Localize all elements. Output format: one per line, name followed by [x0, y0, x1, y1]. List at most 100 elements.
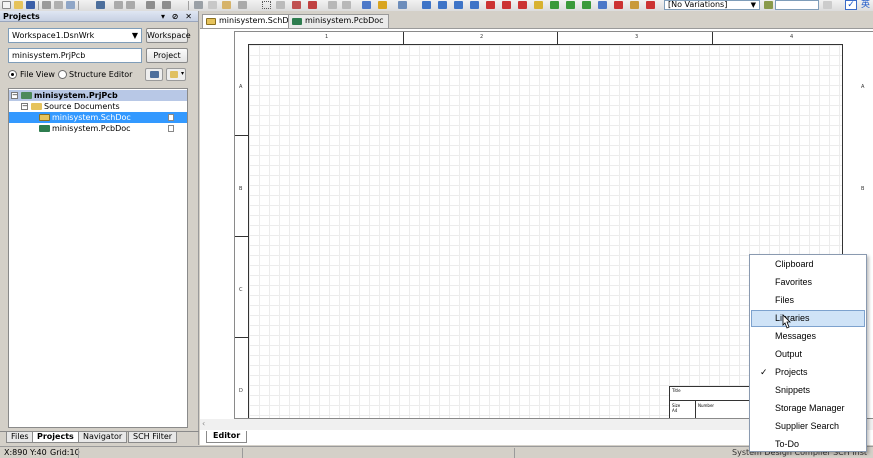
- print-icon[interactable]: [42, 1, 51, 9]
- menu-item-libraries[interactable]: Libraries: [751, 310, 865, 327]
- collapse-icon[interactable]: −: [21, 103, 28, 110]
- view-mode-row: File View Structure Editor ▾: [8, 68, 193, 81]
- scroll-left-icon[interactable]: ‹: [202, 419, 205, 428]
- status-divider: [514, 448, 515, 458]
- save-icon[interactable]: [26, 1, 35, 9]
- project-options-icon[interactable]: [145, 68, 163, 81]
- toolbar-input[interactable]: [775, 0, 819, 10]
- structure-editor-label[interactable]: Structure Editor: [69, 69, 132, 80]
- deselect-icon[interactable]: [292, 1, 301, 9]
- tree-project-row[interactable]: − minisystem.PrjPcb: [9, 90, 187, 101]
- tab-pcbdoc[interactable]: minisystem.PcbDoc: [288, 14, 389, 28]
- project-field[interactable]: minisystem.PrjPcb: [8, 48, 142, 63]
- wire-icon[interactable]: [422, 1, 431, 9]
- select-area-icon[interactable]: [262, 1, 271, 9]
- document-status-icon: [168, 114, 174, 121]
- ime-indicator[interactable]: 英: [861, 0, 870, 10]
- menu-item-projects[interactable]: ✓ Projects: [751, 364, 865, 381]
- zone-row-label: B: [239, 186, 243, 192]
- project-button[interactable]: Project: [146, 48, 188, 63]
- zone-row-label-right: B: [861, 186, 865, 192]
- undo-icon[interactable]: [328, 1, 337, 9]
- menu-item-storage-manager[interactable]: Storage Manager: [751, 400, 865, 417]
- cross-probe-icon[interactable]: [146, 1, 155, 9]
- file-view-label[interactable]: File View: [20, 69, 55, 80]
- zone-divider: [557, 32, 558, 44]
- clear-filter-icon[interactable]: [308, 1, 317, 9]
- zone-col-label: 1: [325, 34, 329, 40]
- ground-port-icon[interactable]: [486, 1, 495, 9]
- menu-item-messages[interactable]: Messages: [751, 328, 865, 345]
- highlight-icon[interactable]: [378, 1, 387, 9]
- menu-item-clipboard[interactable]: Clipboard: [751, 256, 865, 273]
- clear-markers-icon[interactable]: [646, 1, 655, 9]
- no-erc-icon[interactable]: [614, 1, 623, 9]
- pcb-doc-icon: [39, 125, 50, 132]
- tab-sch-filter[interactable]: SCH Filter: [128, 432, 178, 443]
- menu-item-files[interactable]: Files: [751, 292, 865, 309]
- tree-file-row[interactable]: minisystem.PcbDoc: [9, 123, 187, 134]
- tab-editor[interactable]: Editor: [206, 431, 248, 443]
- device-sheet-icon[interactable]: [566, 1, 575, 9]
- tree-file-row[interactable]: minisystem.SchDoc: [9, 112, 187, 123]
- menu-item-supplier-search[interactable]: Supplier Search: [751, 418, 865, 435]
- open-folder-icon[interactable]: [14, 1, 23, 9]
- grid-size: Grid:10: [50, 448, 80, 457]
- print-preview-icon[interactable]: [54, 1, 63, 9]
- tree-folder-row[interactable]: − Source Documents: [9, 101, 187, 112]
- structure-editor-radio[interactable]: [58, 70, 67, 79]
- browse-library-icon[interactable]: [398, 1, 407, 9]
- harness-icon[interactable]: [582, 1, 591, 9]
- folder-icon: [31, 103, 42, 110]
- project-tree[interactable]: − minisystem.PrjPcb − Source Documents m…: [8, 88, 188, 428]
- sheet-entry-icon[interactable]: [550, 1, 559, 9]
- dropdown-arrow-icon[interactable]: [823, 1, 832, 9]
- port-icon[interactable]: [598, 1, 607, 9]
- variant-icon[interactable]: [764, 1, 773, 9]
- bus-icon[interactable]: [438, 1, 447, 9]
- workspace-button[interactable]: Workspace: [146, 28, 191, 43]
- status-divider: [78, 448, 79, 458]
- folder-name: Source Documents: [44, 102, 120, 111]
- net-label-icon[interactable]: [470, 1, 479, 9]
- title-block-number: Number: [698, 403, 715, 408]
- new-document-icon[interactable]: [2, 1, 11, 9]
- file-view-radio[interactable]: [8, 70, 17, 79]
- checkbox-icon[interactable]: ✓: [845, 0, 857, 10]
- tab-files[interactable]: Files: [6, 432, 34, 443]
- zoom-selected-icon[interactable]: [126, 1, 135, 9]
- place-part-icon[interactable]: [518, 1, 527, 9]
- variations-value: [No Variations]: [668, 0, 728, 9]
- bus-entry-icon[interactable]: [454, 1, 463, 9]
- paste-icon[interactable]: [222, 1, 231, 9]
- workspace-value: Workspace1.DsnWrk: [12, 31, 95, 40]
- toolbar-separator: [188, 1, 189, 10]
- zoom-area-icon[interactable]: [66, 1, 75, 9]
- cut-icon[interactable]: [194, 1, 203, 9]
- menu-item-snippets[interactable]: Snippets: [751, 382, 865, 399]
- compile-mask-icon[interactable]: [630, 1, 639, 9]
- move-icon[interactable]: [276, 1, 285, 9]
- panel-title-bar: Projects ▾ ⊘ ✕: [0, 11, 198, 22]
- menu-item-favorites[interactable]: Favorites: [751, 274, 865, 291]
- menu-item-to-do[interactable]: To-Do: [751, 436, 865, 453]
- workspace-select[interactable]: Workspace1.DsnWrk ▼: [8, 28, 142, 43]
- collapse-icon[interactable]: −: [11, 92, 18, 99]
- variations-select[interactable]: [No Variations] ▼: [664, 0, 760, 10]
- tab-projects[interactable]: Projects: [32, 432, 79, 443]
- sheet-symbol-icon[interactable]: [534, 1, 543, 9]
- cross-select-icon[interactable]: [162, 1, 171, 9]
- panel-controls[interactable]: ▾ ⊘ ✕: [158, 11, 194, 22]
- rubber-stamp-icon[interactable]: [238, 1, 247, 9]
- zone-row-label: A: [239, 84, 243, 90]
- panel-title: Projects: [3, 12, 40, 21]
- copy-icon[interactable]: [208, 1, 217, 9]
- menu-item-output[interactable]: Output: [751, 346, 865, 363]
- redo-icon[interactable]: [342, 1, 351, 9]
- zoom-fit-icon[interactable]: [114, 1, 123, 9]
- hierarchy-icon[interactable]: [362, 1, 371, 9]
- power-port-icon[interactable]: [502, 1, 511, 9]
- document-options-icon[interactable]: ▾: [166, 68, 186, 81]
- open-project-icon[interactable]: [96, 1, 105, 9]
- tab-navigator[interactable]: Navigator: [78, 432, 128, 443]
